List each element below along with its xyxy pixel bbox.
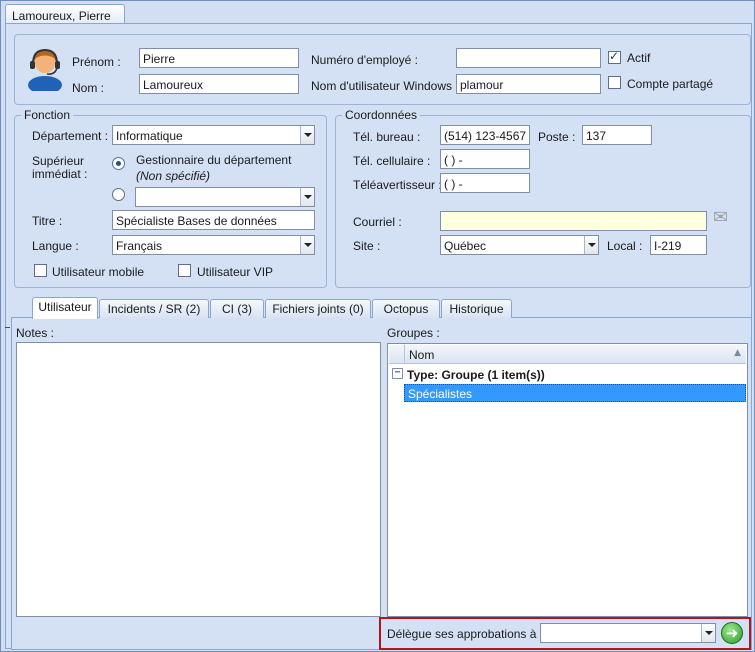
shared-account-label: Compte partagé — [627, 77, 714, 91]
title-label: Titre : — [32, 214, 63, 228]
department-label: Département : — [32, 129, 109, 143]
tab-fichiers-joints[interactable]: Fichiers joints (0) — [265, 299, 371, 318]
tab-incidents[interactable]: Incidents / SR (2) — [99, 299, 209, 318]
cell-field[interactable]: ( ) - — [440, 149, 530, 169]
identity-group — [14, 34, 751, 105]
mobile-user-label: Utilisateur mobile — [52, 265, 145, 279]
actif-checkbox[interactable] — [608, 49, 621, 64]
record-tab[interactable]: Lamoureux, Pierre — [5, 4, 125, 24]
language-combo[interactable]: Français — [112, 235, 315, 255]
vip-user-checkbox[interactable] — [178, 264, 191, 277]
tab-utilisateur[interactable]: Utilisateur — [32, 297, 98, 319]
coordonnees-legend: Coordonnées — [342, 108, 421, 122]
language-label: Langue : — [32, 239, 79, 253]
list-item[interactable]: Spécialistes — [404, 384, 746, 402]
envelope-icon[interactable]: ✉ — [713, 209, 737, 227]
chevron-down-icon[interactable] — [300, 126, 314, 144]
office-phone-field[interactable]: (514) 123-4567 — [440, 125, 530, 145]
sort-asc-icon: ▲ — [734, 348, 741, 358]
notes-label: Notes : — [16, 326, 55, 340]
email-field[interactable] — [440, 211, 707, 231]
department-value: Informatique — [116, 129, 183, 143]
delegate-label: Délègue ses approbations à : — [387, 627, 544, 641]
groups-label: Groupes : — [387, 326, 440, 340]
notes-textarea[interactable] — [16, 342, 381, 617]
fonction-legend: Fonction — [21, 108, 74, 122]
pager-label: Téléavertisseur : — [353, 178, 442, 192]
extension-label: Poste : — [538, 130, 576, 144]
employee-number-label: Numéro d'employé : — [311, 53, 419, 67]
side-marker — [5, 327, 10, 328]
office-phone-label: Tél. bureau : — [353, 130, 421, 144]
supervisor-label-line1: Supérieur — [32, 154, 85, 168]
email-label: Courriel : — [353, 215, 402, 229]
nom-field[interactable]: Lamoureux — [139, 74, 299, 94]
site-value: Québec — [444, 239, 487, 253]
radio-department-manager[interactable] — [112, 157, 125, 170]
supervisor-combo[interactable] — [135, 187, 315, 207]
extension-field[interactable]: 137 — [582, 125, 652, 145]
window-frame: Lamoureux, Pierre Prénom : Pierre Nom : … — [0, 0, 755, 652]
radio-manager-note: (Non spécifié) — [136, 169, 211, 183]
radio-specific-supervisor[interactable] — [112, 188, 125, 201]
row-indicator-header — [389, 345, 405, 363]
employee-number-field[interactable] — [456, 48, 601, 68]
nom-label: Nom : — [72, 81, 105, 95]
chevron-down-icon[interactable] — [300, 236, 314, 254]
tab-historique[interactable]: Historique — [441, 299, 512, 318]
tab-ci[interactable]: CI (3) — [210, 299, 264, 318]
department-combo[interactable]: Informatique — [112, 125, 315, 145]
chevron-down-icon[interactable] — [584, 236, 598, 254]
cell-label: Tél. cellulaire : — [353, 154, 431, 168]
group-row[interactable]: − Type: Groupe (1 item(s)) — [389, 366, 746, 383]
site-label: Site : — [353, 239, 381, 253]
chevron-down-icon[interactable] — [701, 624, 715, 642]
site-combo[interactable]: Québec — [440, 235, 599, 255]
shared-account-checkbox[interactable] — [608, 76, 621, 89]
windows-user-field[interactable]: plamour — [456, 74, 601, 94]
language-value: Français — [116, 239, 163, 253]
prenom-label: Prénom : — [72, 55, 121, 69]
delegate-combo[interactable] — [540, 623, 716, 643]
pager-field[interactable]: ( ) - — [440, 173, 530, 193]
vip-user-label: Utilisateur VIP — [197, 265, 274, 279]
prenom-field[interactable]: Pierre — [139, 48, 299, 68]
windows-user-label: Nom d'utilisateur Windows : — [311, 79, 459, 93]
supervisor-label-line2: immédiat : — [32, 167, 88, 181]
list-item-label: Spécialistes — [408, 387, 473, 401]
groups-grid-header: Nom ▲ — [389, 345, 746, 364]
group-row-label: Type: Groupe (1 item(s)) — [407, 368, 545, 382]
user-avatar-icon — [28, 48, 62, 91]
local-label: Local : — [607, 239, 643, 253]
tab-octopus[interactable]: Octopus — [372, 299, 440, 318]
title-field[interactable]: Spécialiste Bases de données — [112, 210, 315, 230]
collapse-icon[interactable]: − — [392, 368, 403, 379]
radio-manager-label: Gestionnaire du département — [136, 153, 292, 167]
actif-label: Actif — [627, 51, 651, 65]
groups-grid[interactable]: Nom ▲ − Type: Groupe (1 item(s)) Spécial… — [387, 343, 748, 617]
local-field[interactable]: I-219 — [650, 235, 707, 255]
go-arrow-button[interactable]: ➜ — [721, 622, 743, 644]
column-nom-header[interactable]: Nom — [409, 348, 434, 362]
chevron-down-icon[interactable] — [300, 188, 314, 206]
mobile-user-checkbox[interactable] — [34, 264, 47, 277]
